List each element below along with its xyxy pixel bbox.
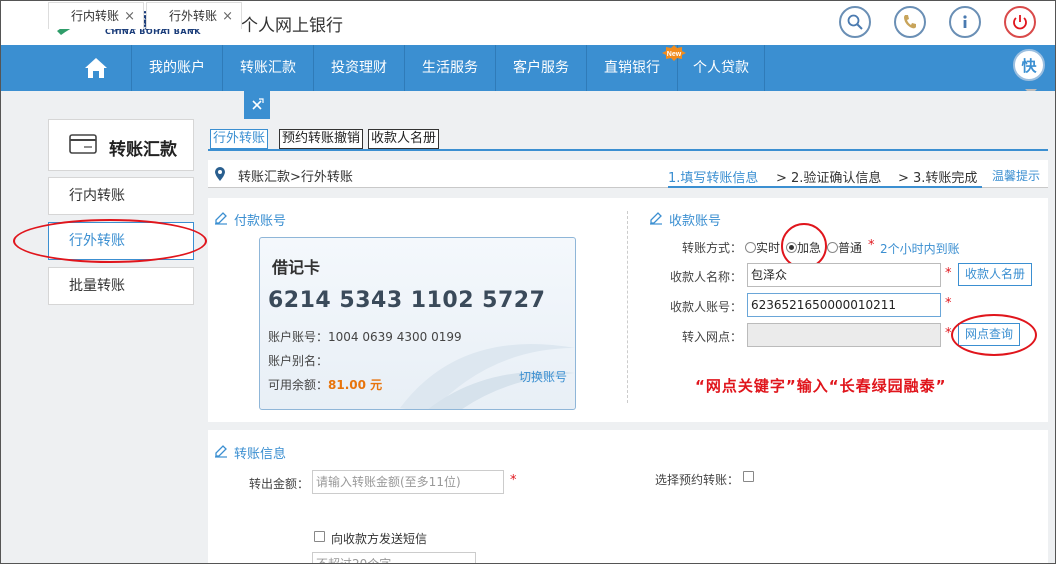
transfer-section-label: 转账信息 bbox=[234, 447, 287, 462]
required-marker: * bbox=[868, 238, 875, 253]
panel-divider bbox=[627, 211, 628, 403]
balance-value: 81.00 元 bbox=[328, 378, 383, 392]
browser-frame: 渤海银行 CHINA BOHAI BANK 个人网上银行 我的账户 转账汇款 投… bbox=[0, 0, 1056, 564]
account-number-row: 账户账号：1004 0639 4300 0199 bbox=[268, 328, 462, 345]
tips-link[interactable]: 温馨提示 bbox=[992, 167, 1040, 184]
close-icon[interactable]: × bbox=[124, 3, 135, 30]
red-annotation-circle bbox=[951, 314, 1037, 356]
sidebar-item-batch[interactable]: 批量转账 bbox=[48, 267, 194, 305]
card-number: 6214 5343 1102 5727 bbox=[268, 288, 546, 313]
logout-button[interactable] bbox=[1004, 6, 1036, 38]
mode-normal[interactable]: 普通 bbox=[827, 239, 862, 256]
home-icon bbox=[85, 58, 107, 78]
payee-name-label: 收款人名称： bbox=[669, 270, 742, 284]
sidebar-title: 转账汇款 bbox=[109, 140, 177, 160]
step-3: > 3.转账完成 bbox=[898, 171, 978, 186]
balance-label: 可用余额： bbox=[268, 378, 329, 392]
payee-roster-button[interactable]: 收款人名册 bbox=[958, 263, 1033, 286]
close-icon[interactable]: × bbox=[222, 3, 233, 30]
mode-hint: 2个小时内到账 bbox=[880, 242, 960, 256]
sidebar-item-intra-bank[interactable]: 行内转账 bbox=[48, 177, 194, 215]
edit-icon bbox=[650, 212, 662, 225]
new-badge-label: New bbox=[667, 51, 682, 58]
step-2: > 2.验证确认信息 bbox=[776, 171, 882, 186]
close-all-icon bbox=[252, 98, 264, 110]
account-alias-label: 账户别名： bbox=[268, 354, 329, 368]
amount-label: 转出金额： bbox=[248, 477, 309, 491]
payee-account-label: 收款人账号： bbox=[669, 300, 742, 314]
mode-realtime-label: 实时 bbox=[756, 241, 781, 255]
nav-transfer[interactable]: 转账汇款 bbox=[223, 45, 313, 91]
nav-home[interactable] bbox=[79, 53, 113, 83]
breadcrumb-path: 转账汇款>行外转账 bbox=[238, 170, 353, 185]
edit-icon bbox=[215, 445, 227, 458]
branch-input[interactable] bbox=[747, 323, 941, 347]
payer-section-title: 付款账号 bbox=[215, 210, 287, 229]
schedule-label: 选择预约转账： bbox=[654, 473, 739, 487]
tab-label: 行内转账 bbox=[71, 9, 120, 23]
step-underline bbox=[668, 186, 982, 188]
required-marker: * bbox=[945, 266, 952, 281]
nav-invest[interactable]: 投资理财 bbox=[314, 45, 404, 91]
radio-realtime[interactable] bbox=[745, 242, 756, 253]
quick-menu-button[interactable]: 快 bbox=[1013, 49, 1045, 81]
info-button[interactable] bbox=[949, 6, 981, 38]
search-icon bbox=[847, 14, 863, 30]
location-pin-icon bbox=[215, 167, 225, 181]
subtab-cancel-scheduled[interactable]: 预约转账撤销 bbox=[279, 129, 364, 149]
schedule-checkbox[interactable] bbox=[743, 471, 754, 482]
info-icon bbox=[963, 15, 967, 28]
payer-section-label: 付款账号 bbox=[234, 214, 287, 229]
main-nav: 我的账户 转账汇款 投资理财 生活服务 客户服务 直销银行 个人贷款 bbox=[1, 45, 1055, 91]
subtab-payee-roster[interactable]: 收款人名册 bbox=[368, 129, 440, 149]
subtab-underline bbox=[208, 149, 1048, 151]
nav-separator bbox=[764, 45, 765, 91]
edit-icon bbox=[215, 212, 227, 225]
power-icon bbox=[1013, 15, 1027, 30]
sms-checkbox[interactable] bbox=[314, 531, 325, 542]
step-1: 1.填写转账信息 bbox=[668, 171, 759, 186]
branch-label: 转入网点： bbox=[681, 330, 742, 344]
sms-label: 向收款方发送短信 bbox=[331, 532, 428, 546]
radio-normal[interactable] bbox=[827, 242, 838, 253]
sidebar-header: 转账汇款 bbox=[48, 119, 194, 171]
tab-label: 行外转账 bbox=[169, 9, 218, 23]
required-marker: * bbox=[510, 473, 517, 488]
required-marker: * bbox=[945, 296, 952, 311]
mode-realtime[interactable]: 实时 bbox=[745, 239, 780, 256]
card-icon bbox=[69, 134, 97, 154]
account-number-label: 账户账号： bbox=[268, 330, 329, 344]
account-number-value: 1004 0639 4300 0199 bbox=[328, 330, 462, 344]
breadcrumb: 转账汇款>行外转账 1.填写转账信息 > 2.验证确认信息 > 3.转账完成 温… bbox=[208, 160, 1048, 188]
sms-input[interactable]: 不超过20个字 bbox=[312, 552, 476, 563]
phone-icon bbox=[904, 15, 916, 29]
tab-intra-bank[interactable]: 行内转账 × bbox=[48, 2, 144, 29]
close-all-tabs-button[interactable] bbox=[244, 91, 270, 119]
payee-section-title: 收款账号 bbox=[650, 210, 722, 229]
red-annotation-circle bbox=[13, 219, 207, 263]
card-type: 借记卡 bbox=[272, 258, 321, 277]
switch-account-link[interactable]: 切换账号 bbox=[519, 368, 567, 385]
mode-normal-label: 普通 bbox=[838, 241, 863, 255]
tab-strip bbox=[1, 91, 1055, 119]
new-badge: New bbox=[662, 45, 686, 61]
tab-inter-bank[interactable]: 行外转账 × bbox=[146, 2, 242, 29]
payee-name-input[interactable]: 包泽众 bbox=[747, 263, 941, 287]
transfer-mode-label: 转账方式： bbox=[681, 241, 742, 255]
phone-button[interactable] bbox=[894, 6, 926, 38]
debit-card: 借记卡 6214 5343 1102 5727 账户账号：1004 0639 4… bbox=[259, 237, 576, 410]
subtab-inter-bank[interactable]: 行外转账 bbox=[210, 129, 269, 149]
nav-service[interactable]: 客户服务 bbox=[496, 45, 586, 91]
search-button[interactable] bbox=[839, 6, 871, 38]
payee-account-input[interactable]: 6236521650000010211 bbox=[747, 293, 941, 317]
transfer-section-title: 转账信息 bbox=[215, 443, 287, 462]
payee-section-label: 收款账号 bbox=[669, 214, 722, 229]
nav-my-account[interactable]: 我的账户 bbox=[132, 45, 222, 91]
amount-input[interactable]: 请输入转账金额(至多11位) bbox=[312, 470, 504, 494]
site-title: 个人网上银行 bbox=[241, 16, 343, 36]
annotation-text: “网点关键字”输入“长春绿园融泰” bbox=[695, 377, 947, 395]
balance-row: 可用余额：81.00 元 bbox=[268, 376, 382, 393]
nav-life[interactable]: 生活服务 bbox=[405, 45, 495, 91]
nav-loan[interactable]: 个人贷款 bbox=[678, 45, 764, 91]
